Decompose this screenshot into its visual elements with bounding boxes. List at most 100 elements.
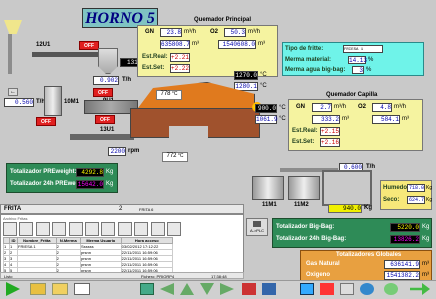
open-icon[interactable] bbox=[52, 283, 68, 295]
qc-gn-value: 2.7 bbox=[312, 103, 332, 112]
gas-value: 636141.9 bbox=[384, 260, 420, 269]
qc-o2-total: 584.1 bbox=[372, 115, 400, 124]
next-record-icon[interactable] bbox=[52, 222, 67, 236]
frit-label: Tipo de fritte: bbox=[285, 46, 324, 52]
export-icon[interactable] bbox=[134, 222, 149, 236]
col-header[interactable]: Nombre_Fritta bbox=[17, 237, 57, 244]
qp-est-set-value[interactable]: +2.22 bbox=[170, 64, 190, 73]
folder-icon[interactable] bbox=[30, 283, 46, 295]
temp-2-unit: °C bbox=[260, 83, 267, 89]
pump-label: 12U1 bbox=[36, 42, 51, 48]
col-header[interactable]: N.Merma bbox=[55, 237, 81, 244]
tag-11m1: 11M1 bbox=[262, 202, 277, 208]
pre-value: 4292.8 bbox=[76, 168, 104, 177]
qc-gn-total: 333.2 bbox=[312, 115, 340, 124]
bb-value: 5220.0 bbox=[390, 223, 420, 232]
user-icon[interactable] bbox=[384, 283, 398, 295]
oxi-number: 1541382.2 bbox=[386, 272, 419, 279]
bb24-value: 13826.2 bbox=[390, 235, 420, 244]
alarm-icon[interactable] bbox=[320, 283, 334, 295]
qp-gn-unit: m³/h bbox=[184, 29, 196, 35]
print-icon[interactable] bbox=[150, 222, 165, 236]
table-header-row: ID Nombre_Fritta N.Merma Merma Usuario H… bbox=[3, 237, 174, 244]
bb24-number: 13826.2 bbox=[393, 236, 419, 243]
speed-rpm-value: 2200 bbox=[108, 147, 126, 156]
mixer-body bbox=[84, 100, 138, 114]
plc-button[interactable]: A->PLC bbox=[246, 218, 268, 236]
off-button-1[interactable]: OFF bbox=[79, 41, 99, 50]
merma-number: 14.13 bbox=[349, 57, 368, 64]
footer-time: 17:38:48 bbox=[211, 274, 227, 279]
last-record-icon[interactable] bbox=[68, 222, 83, 236]
left-arrow-button[interactable]: ← bbox=[8, 88, 18, 96]
furnace-base bbox=[130, 108, 260, 138]
grid-toolbar bbox=[3, 222, 223, 236]
print-icon[interactable] bbox=[340, 283, 354, 295]
temp-4-number: 900.0 bbox=[257, 105, 276, 112]
tools-icon[interactable] bbox=[140, 283, 154, 295]
temp-4: 900.0 bbox=[255, 104, 277, 113]
agua-number: 3 bbox=[359, 67, 363, 74]
footer-status: Listo bbox=[4, 274, 13, 279]
conveyor-upper bbox=[32, 52, 98, 57]
temp-2-number: 1280.1 bbox=[235, 83, 257, 90]
flow-560-number: 0.560 bbox=[14, 99, 33, 106]
col-header[interactable]: Merma Usuario bbox=[79, 237, 122, 244]
qp-est-real-number: +2.21 bbox=[171, 54, 190, 61]
qc-est-set-value[interactable]: +2.16 bbox=[320, 138, 340, 147]
qc-gn-total-unit: m³ bbox=[342, 116, 349, 122]
refresh-icon[interactable] bbox=[3, 222, 17, 236]
grid-header-bar: FRITA 2 FRITA 6 bbox=[0, 204, 244, 214]
bb24-unit: Kg bbox=[422, 236, 430, 242]
table-row[interactable]: 1 1 FRIESA 1 2 Ssssss 03/02/2012 17:12:2… bbox=[3, 243, 174, 250]
qp-gn-total-unit: m³ bbox=[192, 41, 199, 47]
agua-value[interactable]: 3 bbox=[352, 66, 364, 74]
bigbag-weight-unit: Kg bbox=[364, 205, 372, 211]
tag-13u1: 13U1 bbox=[100, 127, 115, 133]
off-button-4[interactable]: OFF bbox=[95, 115, 115, 124]
qp-gn-total: 635808.7 bbox=[160, 40, 190, 49]
monitor-icon[interactable] bbox=[262, 283, 276, 295]
seco-label: Seco: bbox=[383, 197, 400, 203]
plc-label: A->PLC bbox=[249, 228, 265, 233]
prev-record-icon[interactable] bbox=[35, 222, 50, 236]
save-icon[interactable] bbox=[117, 222, 132, 236]
footer-file: Fichero: PRIORP4 bbox=[141, 274, 175, 279]
tag-10m1: 10M1 bbox=[64, 99, 80, 105]
grid-footer: Listo Fichero: PRIORP4 17:38:48 bbox=[0, 272, 244, 279]
quemador-principal-title: Quemador Principal bbox=[194, 17, 252, 23]
qc-gn-total-number: 333.2 bbox=[320, 116, 339, 123]
temp-3-number: 778 bbox=[160, 91, 171, 97]
qp-gn-value: 23.8 bbox=[160, 28, 182, 37]
off-button-3[interactable]: OFF bbox=[36, 117, 56, 126]
temp-4-unit: °C bbox=[279, 105, 286, 111]
home-icon[interactable] bbox=[242, 283, 256, 295]
qc-gn-number: 2.7 bbox=[320, 104, 331, 111]
qc-o2-total-number: 584.1 bbox=[380, 116, 399, 123]
frit-value[interactable]: FRIESA 1 bbox=[343, 45, 383, 53]
qp-gn-total-number: 635808.7 bbox=[161, 41, 190, 48]
save-disk-icon[interactable] bbox=[300, 283, 314, 295]
settings-icon[interactable] bbox=[166, 222, 181, 236]
help-icon[interactable] bbox=[360, 283, 374, 295]
bigbag-frame bbox=[322, 170, 372, 206]
temp-1-number: 1270.0 bbox=[235, 72, 257, 79]
oxi-value: 1541382.2 bbox=[384, 271, 420, 280]
qc-est-real-value: +2.15 bbox=[320, 127, 340, 136]
agua-unit: % bbox=[366, 67, 372, 73]
speed-rpm-number: 2200 bbox=[110, 148, 125, 155]
pre24-number: 15642.0 bbox=[77, 181, 103, 188]
first-record-icon[interactable] bbox=[19, 222, 34, 236]
qp-gn-number: 23.8 bbox=[166, 29, 181, 36]
delete-icon[interactable] bbox=[84, 222, 99, 236]
humedo-number: 718.0 bbox=[408, 185, 424, 191]
qp-o2-value: 50.3 bbox=[224, 28, 246, 37]
chart-icon[interactable] bbox=[74, 283, 90, 295]
hopper-icon bbox=[4, 20, 22, 34]
qp-o2-label: O2 bbox=[210, 29, 219, 35]
qc-est-set-label: Est.Set: bbox=[292, 139, 315, 145]
off-button-2[interactable]: OFF bbox=[93, 88, 113, 97]
filter-icon[interactable] bbox=[101, 222, 116, 236]
pipe-left bbox=[8, 34, 12, 74]
qc-est-real-number: +2.15 bbox=[321, 128, 340, 135]
